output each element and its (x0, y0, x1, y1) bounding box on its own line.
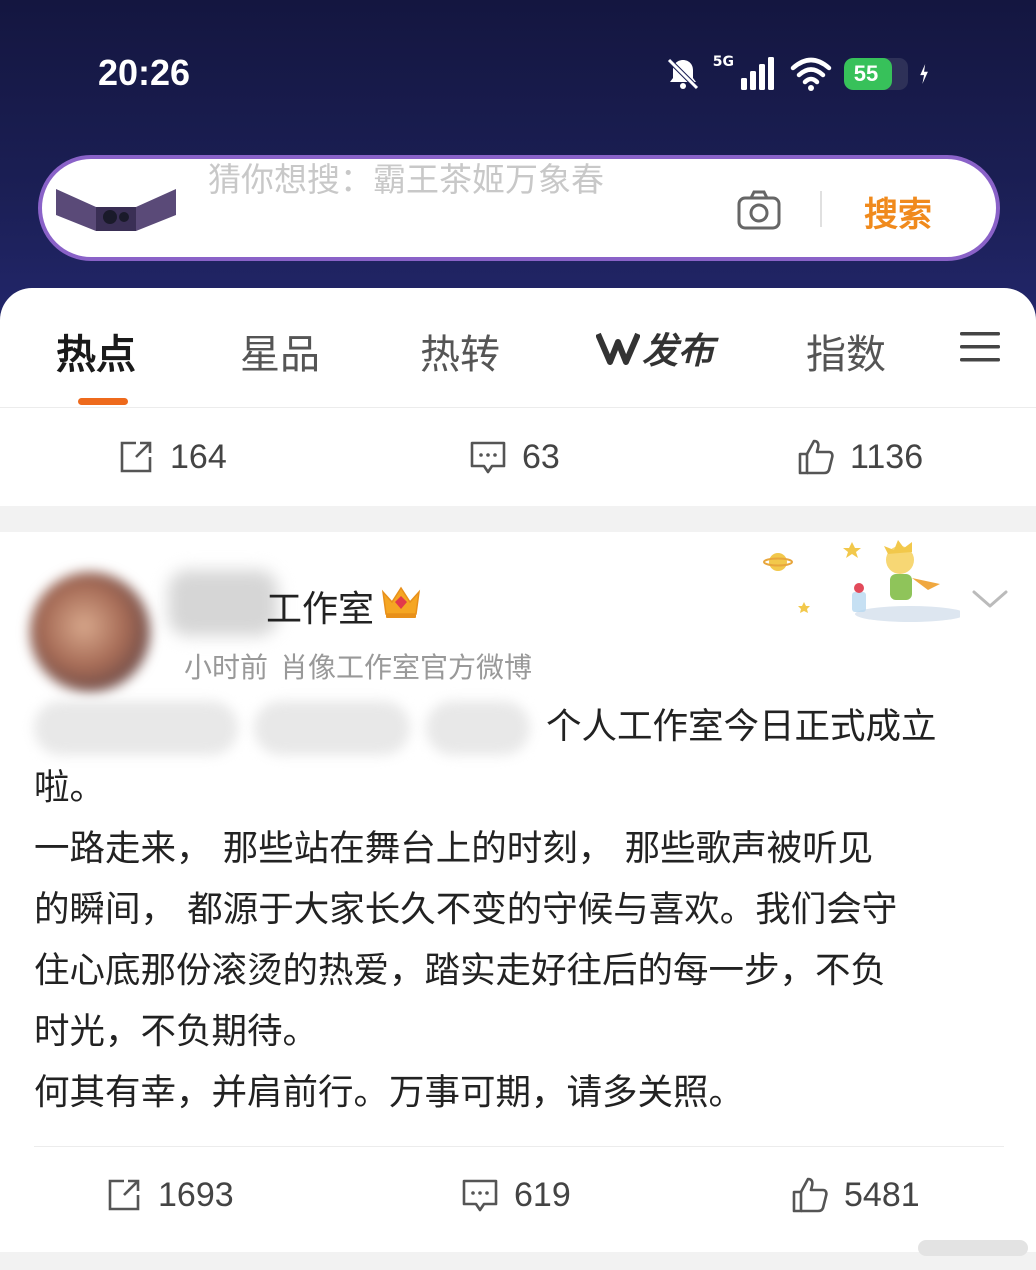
avatar[interactable] (30, 572, 150, 692)
comment-count: 619 (514, 1175, 571, 1214)
username-redacted (168, 570, 278, 636)
bottom-strip (0, 1252, 1036, 1270)
wifi-icon (790, 57, 832, 91)
mention-redacted[interactable] (34, 701, 238, 755)
post-actions: 164 63 1136 (0, 408, 1036, 506)
camera-icon[interactable] (736, 189, 782, 231)
battery-icon: 55 (844, 58, 908, 90)
post-time: 小时前 (184, 651, 269, 684)
post-actions: 1693 619 5481 (0, 1150, 1036, 1240)
post-text-line: 一路走来， 那些站在舞台上的时刻， 那些歌声被听见 (34, 828, 874, 869)
tab-publish-label: 发布 (642, 331, 715, 372)
post-text-line: 何其有幸，并肩前行。万事可期，请多关照。 (34, 1072, 745, 1113)
divider (34, 1146, 1004, 1147)
like-button[interactable]: 1136 (796, 408, 923, 506)
comment-count: 63 (522, 437, 560, 476)
repost-button[interactable]: 164 (116, 408, 227, 506)
signal-icon (741, 57, 774, 90)
post-text-line: 时光，不负期待。 (34, 1011, 319, 1052)
username[interactable]: 工作室 (266, 580, 374, 632)
post-text-line: 啦。 (34, 767, 106, 808)
post-content-line: 个人工作室今日正式成立 (34, 696, 1006, 757)
little-prince-decoration (763, 540, 960, 622)
like-icon (798, 439, 834, 475)
crown-badge-icon (381, 586, 421, 618)
tab-index[interactable]: 指数 (806, 322, 886, 380)
like-icon (792, 1177, 828, 1213)
comment-button[interactable]: 619 (460, 1150, 571, 1240)
like-count: 1136 (850, 437, 924, 476)
tab-hot[interactable]: 热点 (56, 322, 136, 380)
network-type: 5G (712, 54, 734, 70)
search-hint: 猜你想搜：霸王茶姬万象春 (208, 160, 604, 199)
mention-redacted[interactable] (426, 701, 530, 755)
repost-button[interactable]: 1693 (104, 1150, 234, 1240)
tab-hot-reposts[interactable]: 热转 (420, 322, 500, 380)
comment-icon (462, 1179, 498, 1212)
post-source: 肖像工作室官方微博 (280, 651, 533, 684)
like-button[interactable]: 5481 (790, 1150, 920, 1240)
comment-button[interactable]: 63 (468, 408, 560, 506)
search-divider (820, 191, 822, 227)
repost-icon (120, 441, 152, 473)
post-text-line: 的瞬间， 都源于大家长久不变的守候与喜欢。我们会守 (34, 889, 898, 930)
menu-icon[interactable] (960, 330, 1000, 364)
status-bar: 20:26 5G 55 (0, 40, 1036, 110)
search-hint-next: 猜你想搜：看下个热搜的话题 (188, 247, 617, 257)
post-content: 个人工作室今日正式成立 啦。 一路走来， 那些站在舞台上的时刻， 那些歌声被听见… (34, 696, 1006, 1123)
search-button[interactable]: 搜索 (864, 187, 932, 236)
search-bar[interactable]: 猜你想搜：霸王茶姬万象春 猜你想搜：看下个热搜的话题 搜索 (38, 155, 1000, 261)
charging-icon (920, 64, 928, 84)
active-tab-indicator (78, 398, 128, 405)
chevron-down-icon[interactable] (970, 584, 1010, 614)
repost-count: 1693 (158, 1175, 234, 1214)
post-meta: 小时前 肖像工作室官方微博 (184, 646, 532, 686)
post-text-line: 个人工作室今日正式成立 (546, 706, 937, 747)
repost-icon (108, 1179, 140, 1211)
publish-logo-icon (596, 332, 640, 365)
status-icons: 5G 55 (663, 54, 940, 94)
product-thumbnail (56, 189, 176, 231)
comment-icon (470, 441, 506, 474)
post-text-line: 住心底那份滚烫的热爱，踏实走好往后的每一步，不负 (34, 950, 887, 991)
tab-star-products[interactable]: 星品 (240, 322, 320, 380)
tab-bar: 热点 星品 热转 发布 指数 (0, 288, 1036, 408)
repost-count: 164 (170, 437, 227, 476)
tab-publish[interactable]: 发布 (596, 326, 714, 372)
mention-redacted[interactable] (254, 701, 410, 755)
bell-off-icon (666, 58, 699, 90)
post-card: 工作室 小时前 肖像工作室官方微博 个人工作室今日正式成立 啦。 一路走来， 那些… (0, 532, 1036, 1252)
like-count: 5481 (844, 1175, 920, 1214)
battery-level: 55 (853, 61, 879, 86)
home-indicator[interactable] (918, 1240, 1028, 1256)
status-time: 20:26 (98, 52, 191, 93)
